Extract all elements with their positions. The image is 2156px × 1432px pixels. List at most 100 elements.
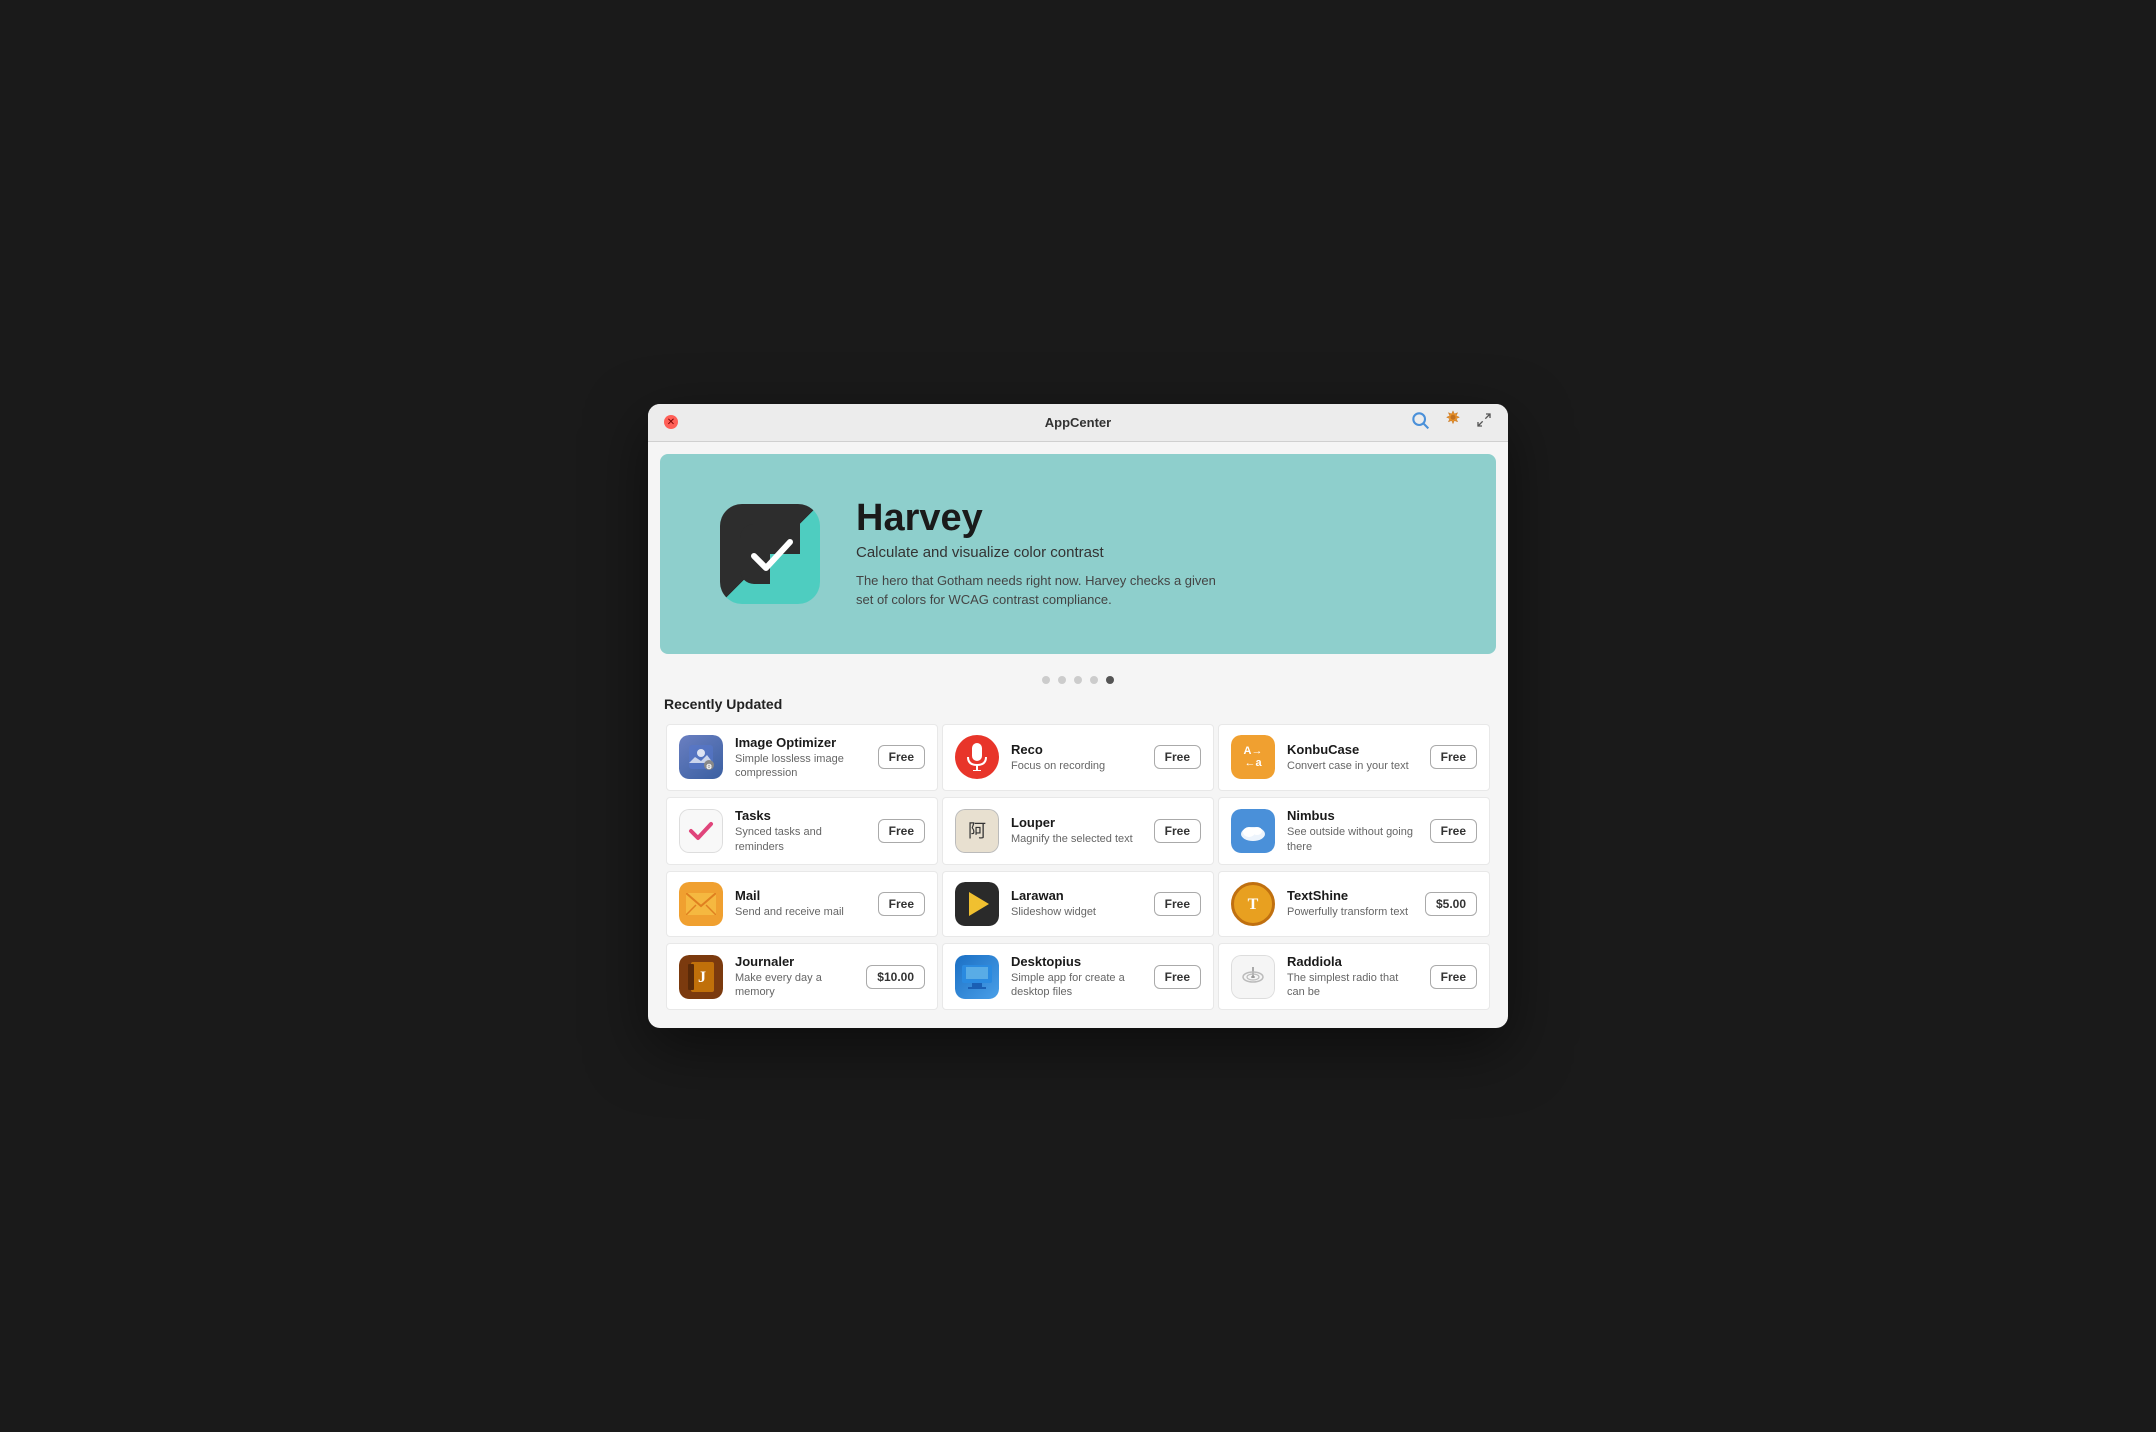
price-button[interactable]: Free — [1430, 965, 1477, 989]
price-button[interactable]: Free — [878, 892, 925, 916]
app-list-item[interactable]: A→←a KonbuCase Convert case in your text… — [1218, 724, 1490, 792]
app-desc: Make every day a memory — [735, 971, 854, 1000]
app-info: Image Optimizer Simple lossless image co… — [735, 735, 866, 781]
app-info: TextShine Powerfully transform text — [1287, 888, 1413, 919]
app-name: Mail — [735, 888, 866, 903]
app-name: Journaler — [735, 954, 854, 969]
price-button[interactable]: Free — [1430, 819, 1477, 843]
app-info: Louper Magnify the selected text — [1011, 815, 1142, 846]
apps-grid: ⚙ Image Optimizer Simple lossless image … — [648, 722, 1508, 1029]
app-desc: Send and receive mail — [735, 905, 866, 919]
app-desc: Convert case in your text — [1287, 759, 1418, 773]
app-icon-tasks — [679, 809, 723, 853]
gear-icon[interactable] — [1442, 409, 1464, 436]
search-icon[interactable] — [1410, 410, 1430, 435]
app-info: Raddiola The simplest radio that can be — [1287, 954, 1418, 1000]
app-list-item[interactable]: Mail Send and receive mail Free — [666, 871, 938, 937]
app-desc: Synced tasks and reminders — [735, 825, 866, 854]
app-list-item[interactable]: Raddiola The simplest radio that can be … — [1218, 943, 1490, 1011]
app-name: Image Optimizer — [735, 735, 866, 750]
app-name: Raddiola — [1287, 954, 1418, 969]
app-list-item[interactable]: J Journaler Make every day a memory $10.… — [666, 943, 938, 1011]
app-name: Nimbus — [1287, 808, 1418, 823]
app-name: Louper — [1011, 815, 1142, 830]
app-info: Journaler Make every day a memory — [735, 954, 854, 1000]
carousel-dot-2[interactable] — [1058, 676, 1066, 684]
app-desc: Focus on recording — [1011, 759, 1142, 773]
app-info: Tasks Synced tasks and reminders — [735, 808, 866, 854]
carousel-dot-5[interactable] — [1106, 676, 1114, 684]
app-list-item[interactable]: Nimbus See outside without going there F… — [1218, 797, 1490, 865]
price-button[interactable]: Free — [878, 819, 925, 843]
svg-text:⚙: ⚙ — [706, 763, 712, 771]
titlebar: ✕ AppCenter — [648, 404, 1508, 442]
app-info: KonbuCase Convert case in your text — [1287, 742, 1418, 773]
app-icon-image-optimizer: ⚙ — [679, 735, 723, 779]
app-desc: Simple app for create a desktop files — [1011, 971, 1142, 1000]
app-icon-nimbus — [1231, 809, 1275, 853]
app-name: Tasks — [735, 808, 866, 823]
app-info: Reco Focus on recording — [1011, 742, 1142, 773]
price-button[interactable]: $10.00 — [866, 965, 925, 989]
app-icon-journaler: J — [679, 955, 723, 999]
price-button[interactable]: Free — [1154, 965, 1201, 989]
app-info: Nimbus See outside without going there — [1287, 808, 1418, 854]
svg-text:A→: A→ — [1244, 745, 1263, 757]
section-title: Recently Updated — [648, 692, 1508, 722]
app-name: Reco — [1011, 742, 1142, 757]
hero-app-subtitle: Calculate and visualize color contrast — [856, 544, 1436, 561]
app-list-item[interactable]: 阿 Louper Magnify the selected text Free — [942, 797, 1214, 865]
window-title: AppCenter — [1045, 415, 1111, 430]
titlebar-actions — [1410, 409, 1492, 436]
app-list-item[interactable]: Larawan Slideshow widget Free — [942, 871, 1214, 937]
app-name: Desktopius — [1011, 954, 1142, 969]
app-desc: The simplest radio that can be — [1287, 971, 1418, 1000]
svg-text:←a: ←a — [1244, 757, 1262, 769]
price-button[interactable]: Free — [1154, 892, 1201, 916]
svg-text:J: J — [698, 969, 706, 986]
price-button[interactable]: Free — [1154, 745, 1201, 769]
app-desc: Magnify the selected text — [1011, 832, 1142, 846]
hero-app-desc: The hero that Gotham needs right now. Ha… — [856, 571, 1236, 610]
price-button[interactable]: Free — [1154, 819, 1201, 843]
hero-app-name: Harvey — [856, 498, 1436, 540]
carousel-dot-3[interactable] — [1074, 676, 1082, 684]
app-window: ✕ AppCenter — [648, 404, 1508, 1029]
app-icon-raddiola — [1231, 955, 1275, 999]
app-desc: Simple lossless image compression — [735, 752, 866, 781]
app-list-item[interactable]: T TextShine Powerfully transform text $5… — [1218, 871, 1490, 937]
app-icon-desktopius — [955, 955, 999, 999]
app-name: TextShine — [1287, 888, 1413, 903]
titlebar-controls: ✕ — [664, 415, 678, 429]
app-desc: See outside without going there — [1287, 825, 1418, 854]
app-icon-reco — [955, 735, 999, 779]
app-list-item[interactable]: ⚙ Image Optimizer Simple lossless image … — [666, 724, 938, 792]
price-button[interactable]: Free — [1430, 745, 1477, 769]
app-icon-mail — [679, 882, 723, 926]
app-list-item[interactable]: Tasks Synced tasks and reminders Free — [666, 797, 938, 865]
app-name: KonbuCase — [1287, 742, 1418, 757]
hero-app-icon — [720, 504, 820, 604]
app-name: Larawan — [1011, 888, 1142, 903]
price-button[interactable]: Free — [878, 745, 925, 769]
app-desc: Slideshow widget — [1011, 905, 1142, 919]
app-info: Larawan Slideshow widget — [1011, 888, 1142, 919]
price-button[interactable]: $5.00 — [1425, 892, 1477, 916]
app-icon-larawan — [955, 882, 999, 926]
app-info: Mail Send and receive mail — [735, 888, 866, 919]
hero-text-block: Harvey Calculate and visualize color con… — [856, 498, 1436, 610]
carousel-dot-4[interactable] — [1090, 676, 1098, 684]
hero-banner[interactable]: Harvey Calculate and visualize color con… — [660, 454, 1496, 654]
expand-icon[interactable] — [1476, 412, 1492, 433]
app-info: Desktopius Simple app for create a deskt… — [1011, 954, 1142, 1000]
svg-text:阿: 阿 — [968, 821, 986, 841]
app-icon-textshine: T — [1231, 882, 1275, 926]
app-icon-louper: 阿 — [955, 809, 999, 853]
carousel-dots — [648, 666, 1508, 692]
close-button[interactable]: ✕ — [664, 415, 678, 429]
svg-text:T: T — [1248, 896, 1259, 913]
app-list-item[interactable]: Desktopius Simple app for create a deskt… — [942, 943, 1214, 1011]
carousel-dot-1[interactable] — [1042, 676, 1050, 684]
app-list-item[interactable]: Reco Focus on recording Free — [942, 724, 1214, 792]
app-icon-konbucase: A→←a — [1231, 735, 1275, 779]
